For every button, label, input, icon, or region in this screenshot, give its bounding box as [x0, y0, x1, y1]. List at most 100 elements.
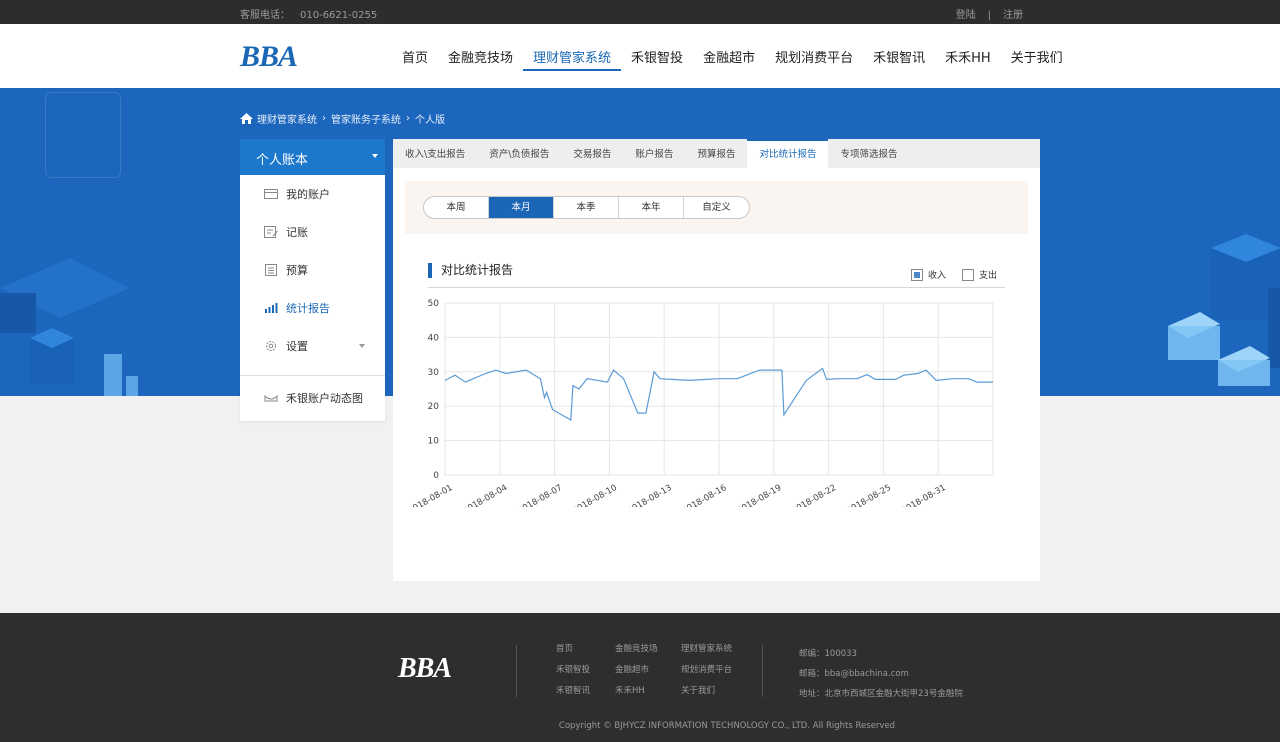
sidebar-item-account-dynamics[interactable]: 禾银账户动态图 [240, 379, 385, 417]
footer-link[interactable]: 规划消费平台 [681, 663, 761, 675]
legend-income-label: 收入 [928, 271, 947, 281]
report-tab[interactable]: 交易报告 [561, 139, 623, 168]
report-tab[interactable]: 预算报告 [685, 139, 747, 168]
legend-expense-swatch[interactable] [962, 268, 975, 281]
sidebar-header-label: 个人账本 [256, 153, 309, 168]
footer-divider [516, 645, 517, 697]
sidebar-item-label: 统计报告 [286, 302, 330, 315]
brand-logo[interactable]: BBA [240, 40, 298, 74]
y-tick-label: 50 [428, 299, 440, 309]
sidebar-item-bookkeeping[interactable]: 记账 [240, 213, 385, 251]
nav-item[interactable]: 首页 [392, 47, 438, 71]
breadcrumb-item-system[interactable]: 理财管家系统 [257, 111, 317, 126]
nav-item[interactable]: 关于我们 [1001, 47, 1073, 71]
footer-link[interactable]: 关于我们 [681, 684, 761, 696]
sidebar-item-budget[interactable]: 预算 [240, 251, 385, 289]
period-segmented-control: 本周 本月 本季 本年 自定义 [423, 196, 750, 219]
x-tick-label: 2018-08-16 [681, 483, 729, 507]
chevron-right-icon: › [406, 113, 410, 124]
calculator-icon [265, 264, 277, 276]
sidebar-item-statistics[interactable]: 统计报告 [240, 289, 385, 327]
banner-hex-decoration [45, 92, 121, 178]
breadcrumb-item-subsystem[interactable]: 管家账务子系统 [331, 111, 401, 126]
login-link[interactable]: 登陆 [956, 10, 976, 21]
footer-postcode: 邮编：100033 [799, 649, 857, 659]
top-utility-bar: 客服电话： 010-6621-0255 登陆 | 注册 [0, 0, 1280, 24]
nav-item[interactable]: 禾银智讯 [863, 47, 935, 71]
footer-contact: 邮编：100033 邮箱：bba@bbachina.com 地址：北京市西城区金… [799, 644, 963, 704]
chevron-right-icon: › [322, 113, 326, 124]
period-button[interactable]: 本月 [489, 197, 554, 218]
footer-link[interactable]: 禾银智讯 [556, 684, 615, 696]
sidebar-item-label: 记账 [286, 226, 308, 239]
footer-address: 地址：北京市西城区金融大街甲23号金融院 [799, 689, 963, 699]
y-tick-label: 40 [428, 333, 440, 343]
card-icon [264, 189, 278, 199]
x-tick-label: 2018-08-10 [571, 483, 619, 507]
banner-cubes-left-illustration [0, 258, 138, 396]
sidebar-item-label: 设置 [286, 340, 308, 353]
y-tick-label: 0 [433, 471, 439, 481]
footer: BBA 首页 金融竞技场 理财管家系统禾银智投 金融超市 规划消费平台禾银智讯 禾禾HH 关… [0, 613, 1280, 742]
notebook-icon [264, 226, 278, 238]
footer-link[interactable]: 首页 [556, 642, 615, 654]
nav-item[interactable]: 禾银智投 [621, 47, 693, 71]
footer-link[interactable]: 理财管家系统 [681, 642, 761, 654]
x-tick-label: 2018-08-04 [462, 483, 510, 507]
nav-item[interactable]: 规划消费平台 [765, 47, 863, 71]
auth-separator: | [987, 10, 991, 21]
report-tab[interactable]: 专项筛选报告 [828, 139, 909, 168]
main-nav: 首页 金融竞技场 理财管家系统 禾银智投 金融超市 规划消费平台 禾银智讯 禾禾HH 关于我们 [392, 47, 1073, 71]
period-button[interactable]: 自定义 [684, 197, 749, 218]
report-tab[interactable]: 账户报告 [623, 139, 685, 168]
nav-item[interactable]: 禾禾HH [935, 47, 1001, 71]
chart-title: 对比统计报告 [428, 263, 513, 278]
report-tab[interactable]: 资产\负债报告 [477, 139, 561, 168]
y-tick-label: 10 [428, 437, 440, 447]
y-tick-label: 30 [428, 368, 440, 378]
comparison-line-chart: 0 10 20 30 40 50 2018-08-01 2018-08-04 2018-08-0… [413, 299, 994, 507]
report-tab[interactable]: 收入\支出报告 [393, 139, 477, 168]
x-tick-label: 2018-08-22 [790, 483, 838, 507]
footer-link[interactable]: 禾银智投 [556, 663, 615, 675]
wallet-icon [264, 394, 278, 402]
nav-item[interactable]: 理财管家系统 [523, 47, 622, 71]
sidebar-divider [240, 375, 385, 376]
period-button[interactable]: 本季 [554, 197, 619, 218]
footer-link[interactable]: 金融超市 [615, 663, 681, 675]
sidebar: 个人账本 我的账户 记账 预算 统计报告 设置 禾银账户动态图 [240, 139, 385, 421]
chart-legend: 收入 支出 [911, 268, 1013, 281]
report-panel: 收入\支出报告 资产\负债报告 交易报告 账户报告 预算报告 对比统计报告 专项筛选报告 本… [393, 139, 1040, 581]
period-button[interactable]: 本周 [424, 197, 489, 218]
footer-copyright: Copyright © BJHYCZ INFORMATION TECHNOLOG… [558, 721, 896, 731]
footer-logo[interactable]: BBA [398, 653, 452, 685]
sidebar-header[interactable]: 个人账本 [240, 139, 385, 175]
x-tick-label: 2018-08-25 [845, 483, 893, 507]
chart-title-divider [428, 287, 1005, 288]
x-tick-label: 2018-08-13 [626, 483, 674, 507]
nav-item[interactable]: 金融超市 [693, 47, 765, 71]
period-filter: 本周 本月 本季 本年 自定义 [405, 181, 1028, 234]
x-tick-label: 2018-08-07 [516, 483, 564, 507]
period-button[interactable]: 本年 [619, 197, 684, 218]
hotline-label: 客服电话： [240, 10, 290, 21]
nav-item[interactable]: 金融竞技场 [438, 47, 523, 71]
breadcrumb-item-current: 个人版 [415, 115, 445, 126]
register-link[interactable]: 注册 [1003, 10, 1023, 21]
hotline: 客服电话： 010-6621-0255 [240, 6, 377, 21]
y-tick-label: 20 [428, 402, 440, 412]
footer-link[interactable]: 金融竞技场 [615, 642, 681, 654]
home-icon[interactable] [240, 113, 253, 124]
banner-cubes-right-illustration [1168, 234, 1280, 386]
footer-links: 首页 金融竞技场 理财管家系统禾银智投 金融超市 规划消费平台禾银智讯 禾禾HH 关于我们 [556, 642, 761, 696]
x-tick-label: 2018-08-19 [736, 483, 784, 507]
sidebar-item-label: 我的账户 [286, 188, 330, 201]
footer-divider [762, 645, 763, 697]
report-tab[interactable]: 对比统计报告 [747, 139, 829, 168]
sidebar-item-my-account[interactable]: 我的账户 [240, 175, 385, 213]
breadcrumb: 理财管家系统 › 管家账务子系统 › 个人版 [240, 111, 445, 126]
footer-link[interactable]: 禾禾HH [615, 684, 681, 696]
sidebar-item-settings[interactable]: 设置 [240, 327, 385, 365]
legend-income-swatch[interactable] [911, 268, 923, 281]
main-header: BBA 首页 金融竞技场 理财管家系统 禾银智投 金融超市 规划消费平台 禾银智讯 禾禾HH 关… [0, 24, 1280, 88]
